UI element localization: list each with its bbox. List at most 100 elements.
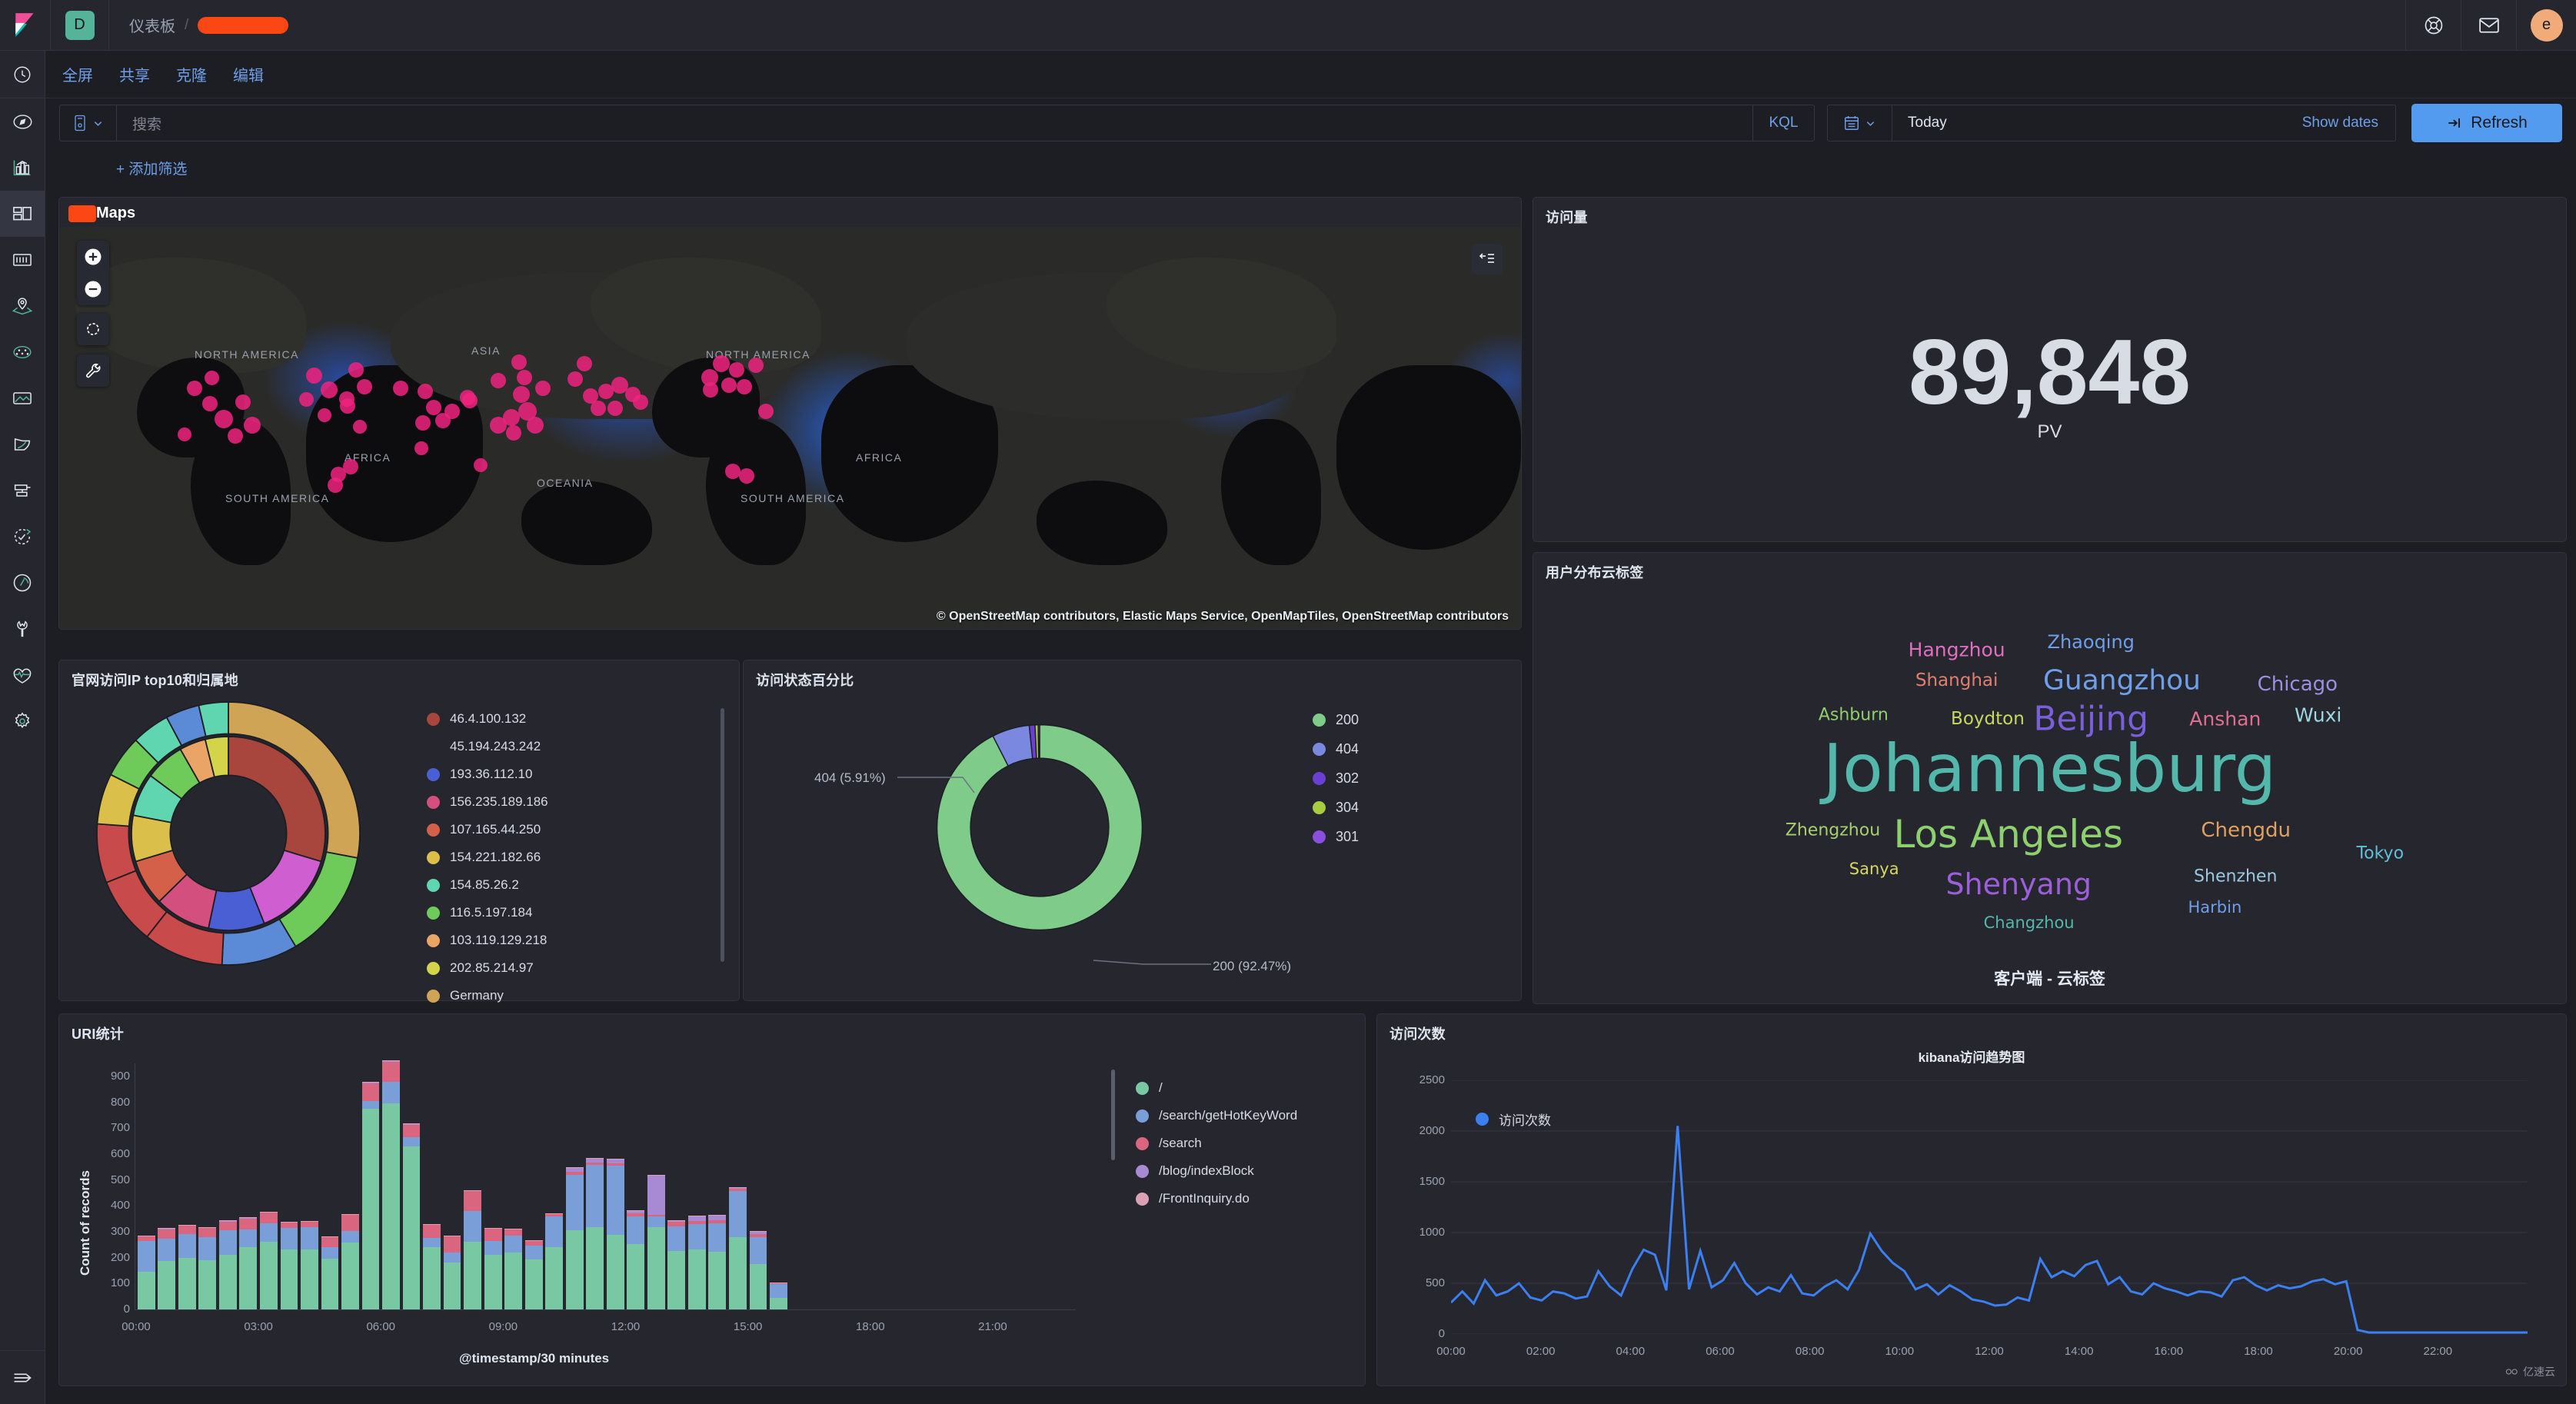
bar-segment[interactable] (565, 1171, 584, 1175)
map-point[interactable] (474, 458, 488, 472)
cloud-word[interactable]: Los Angeles (1893, 812, 2123, 857)
bar-segment[interactable] (484, 1255, 502, 1309)
map-point[interactable] (418, 384, 433, 399)
legend-item[interactable]: 200 (1313, 705, 1359, 734)
bar[interactable] (301, 1063, 318, 1309)
bar[interactable] (627, 1063, 645, 1309)
bar-segment[interactable] (178, 1225, 196, 1235)
map-point[interactable] (340, 398, 355, 414)
map-point[interactable] (353, 420, 367, 434)
bar-segment[interactable] (423, 1238, 441, 1248)
bar-segment[interactable] (708, 1223, 727, 1253)
map-point[interactable] (633, 394, 648, 410)
index-pattern-selector[interactable] (60, 105, 117, 141)
bar[interactable] (464, 1063, 481, 1309)
donut-slice[interactable] (1037, 724, 1040, 759)
uri-chart-scrollbar[interactable] (1111, 1070, 1115, 1160)
bar-segment[interactable] (218, 1221, 237, 1231)
map-point[interactable] (721, 378, 737, 393)
sidebar-item-maps[interactable] (0, 283, 45, 329)
legend-item[interactable]: 103.119.129.218 (427, 927, 548, 954)
bar-segment[interactable] (708, 1215, 727, 1216)
bar-segment[interactable] (259, 1241, 278, 1309)
map-point[interactable] (318, 408, 331, 422)
bar[interactable] (524, 1063, 543, 1309)
cloud-word[interactable]: Tokyo (2356, 844, 2404, 863)
bar[interactable] (402, 1063, 421, 1309)
ip-legend[interactable]: 46.4.100.132 45.194.243.242 193.36.112.10 1… (427, 705, 548, 1010)
map-point[interactable] (527, 417, 544, 434)
map-point[interactable] (462, 393, 478, 408)
bar[interactable] (321, 1063, 339, 1309)
cloud-word[interactable]: Zhengzhou (1786, 821, 1880, 840)
sidebar-item-logs[interactable] (0, 421, 45, 467)
map-point[interactable] (739, 468, 754, 484)
bar-segment[interactable] (667, 1219, 686, 1221)
bar-segment[interactable] (198, 1227, 217, 1228)
bar-segment[interactable] (647, 1175, 665, 1215)
map-point[interactable] (343, 459, 358, 474)
cloud-word[interactable]: Shenyang (1945, 867, 2092, 901)
bar-segment[interactable] (728, 1189, 747, 1191)
bar-segment[interactable] (545, 1213, 564, 1215)
map-point[interactable] (729, 362, 744, 378)
sidebar-item-visualize[interactable] (0, 145, 45, 191)
map-point[interactable] (328, 477, 343, 493)
bar-segment[interactable] (178, 1224, 196, 1226)
sidebar-collapse-button[interactable] (0, 1350, 45, 1404)
bar-segment[interactable] (586, 1163, 604, 1166)
map-point[interactable] (511, 354, 527, 370)
search-input[interactable]: 搜索 (117, 113, 1752, 134)
bar-segment[interactable] (728, 1187, 747, 1188)
mail-icon[interactable] (2461, 0, 2516, 51)
bar[interactable] (280, 1063, 298, 1309)
show-dates-button[interactable]: Show dates (2302, 115, 2395, 131)
bar[interactable] (749, 1063, 767, 1309)
ip-donut-chart[interactable] (90, 695, 413, 1003)
nav-edit[interactable]: 编辑 (233, 63, 264, 85)
map-point[interactable] (305, 367, 322, 384)
cloud-word[interactable]: Shenzhen (2194, 867, 2277, 887)
bar-segment[interactable] (423, 1247, 441, 1309)
date-range-value[interactable]: Today (1892, 115, 2302, 131)
map-point[interactable] (178, 428, 191, 441)
map-point[interactable] (607, 401, 623, 416)
sidebar-item-management[interactable] (0, 698, 45, 744)
help-icon[interactable] (2405, 0, 2461, 51)
legend-item[interactable]: 156.235.189.186 (427, 788, 548, 816)
ip-legend-scrollbar[interactable] (721, 708, 724, 962)
cloud-word[interactable]: Guangzhou (2043, 665, 2201, 697)
map-point[interactable] (202, 396, 218, 411)
sidebar-item-dev-tools[interactable] (0, 606, 45, 652)
legend-item[interactable]: 116.5.197.184 (427, 899, 548, 927)
bar-segment[interactable] (606, 1163, 624, 1166)
sidebar-item-apm[interactable] (0, 467, 45, 514)
bar-segment[interactable] (667, 1251, 686, 1309)
bar-segment[interactable] (137, 1236, 155, 1241)
bar-segment[interactable] (361, 1100, 380, 1109)
bar-segment[interactable] (259, 1212, 278, 1213)
bar-segment[interactable] (301, 1227, 318, 1249)
bar[interactable] (239, 1063, 258, 1309)
bar-segment[interactable] (627, 1213, 645, 1216)
map-zoom-in-button[interactable] (77, 241, 109, 273)
cloud-word[interactable]: Chicago (2258, 673, 2338, 696)
map-point[interactable] (591, 401, 606, 416)
cloud-word[interactable]: Anshan (2189, 708, 2261, 730)
bar-segment[interactable] (667, 1222, 686, 1227)
map-point[interactable] (758, 404, 774, 419)
legend-item[interactable]: /search (1136, 1130, 1297, 1157)
bar-segment[interactable] (382, 1060, 400, 1062)
legend-item[interactable]: Germany (427, 982, 548, 1010)
map-point[interactable] (228, 428, 243, 444)
bar-segment[interactable] (667, 1226, 686, 1252)
bar-segment[interactable] (341, 1214, 359, 1216)
bar-segment[interactable] (647, 1216, 665, 1227)
bar-segment[interactable] (647, 1226, 665, 1309)
sidebar-item-infrastructure[interactable] (0, 375, 45, 421)
map-point[interactable] (321, 381, 338, 398)
bar-segment[interactable] (484, 1240, 502, 1256)
bar-segment[interactable] (198, 1236, 217, 1260)
bar[interactable] (423, 1063, 441, 1309)
bar[interactable] (361, 1063, 380, 1309)
